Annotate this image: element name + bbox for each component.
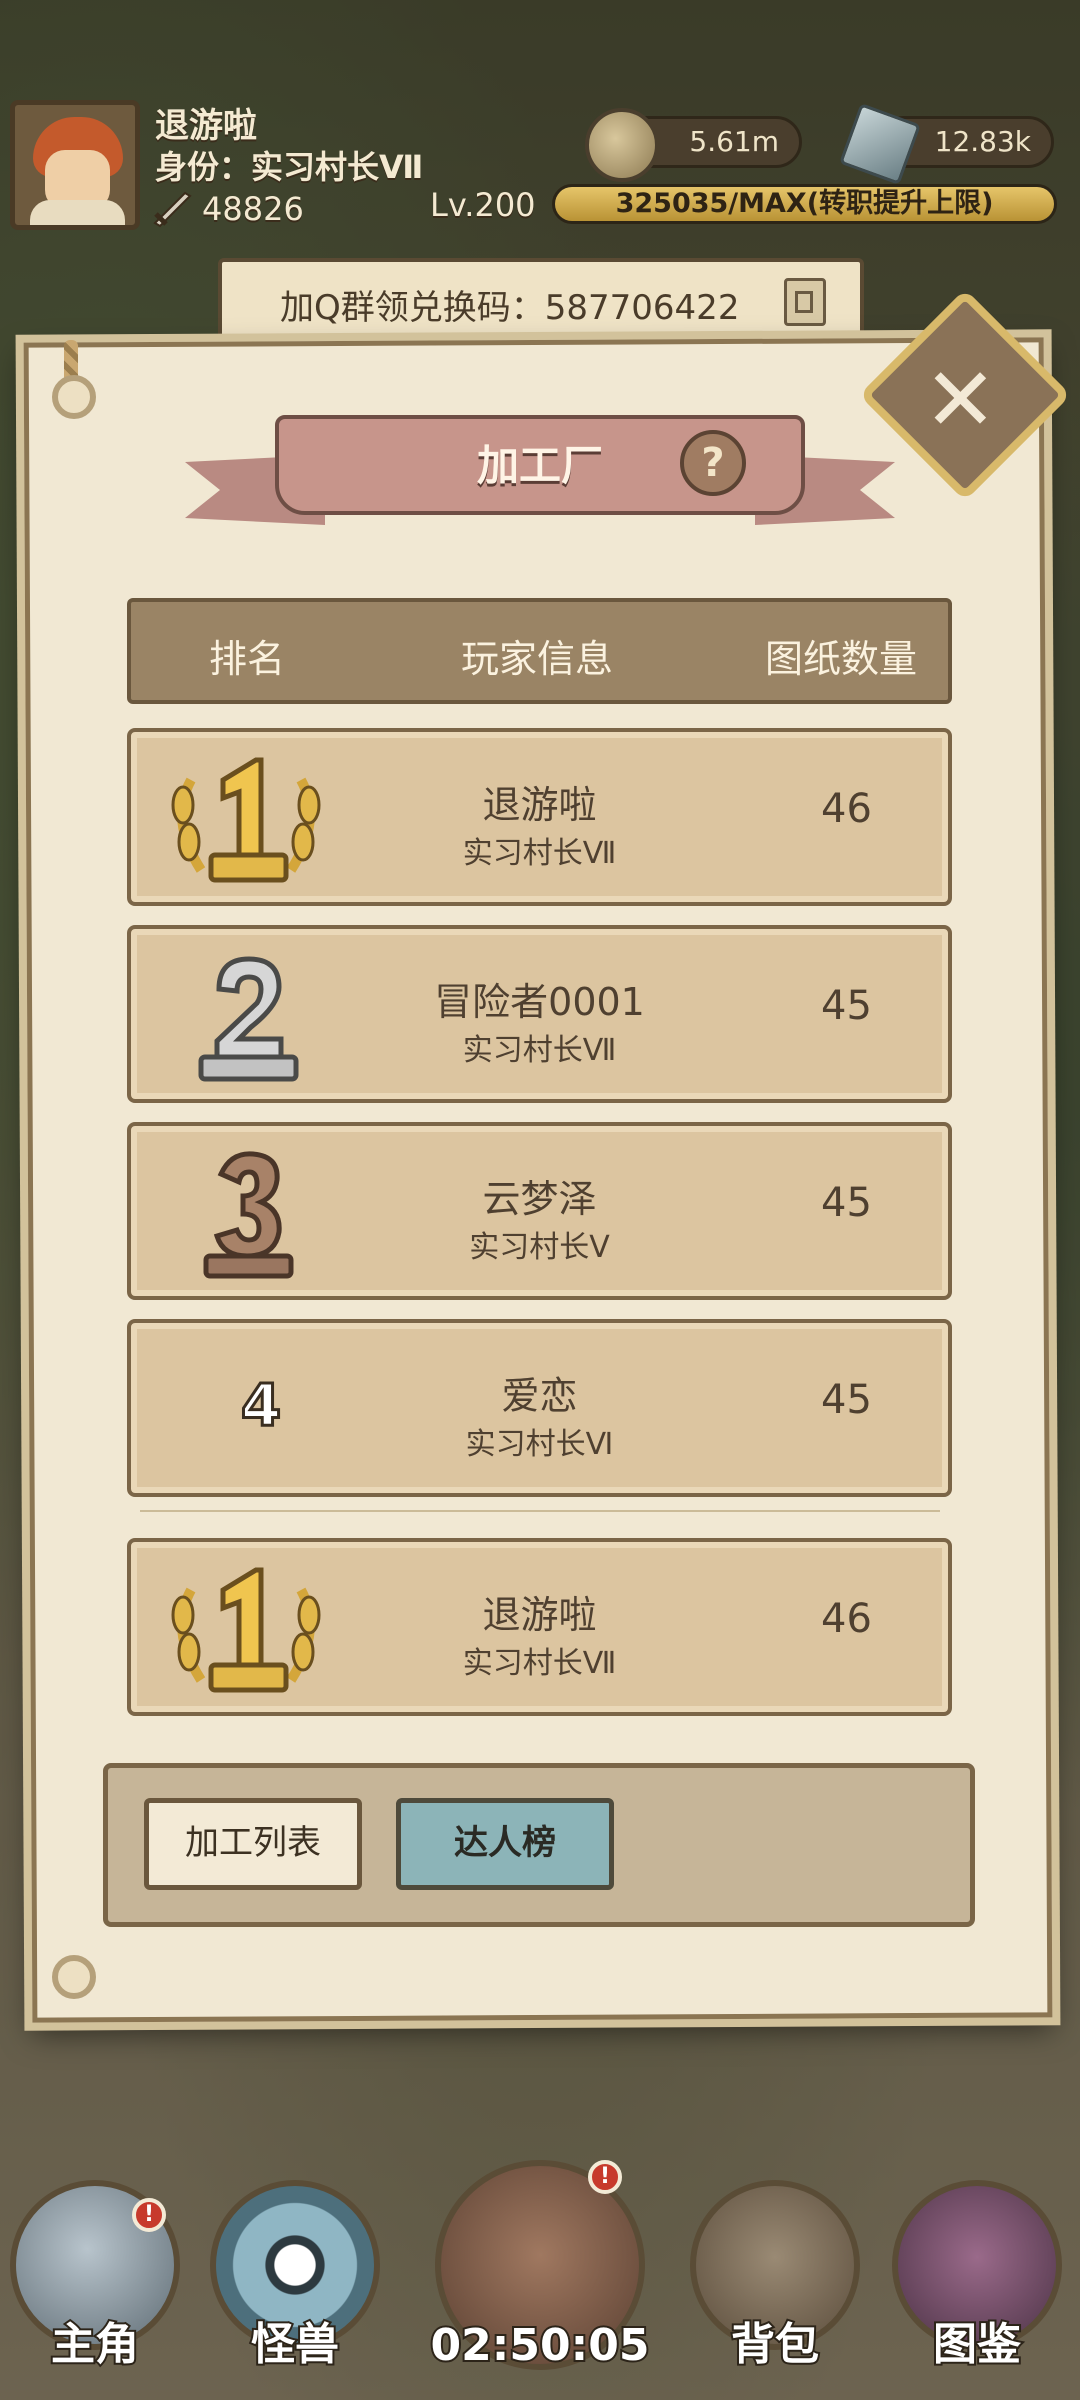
table-header: 排名 玩家信息 图纸数量 (127, 598, 952, 704)
coin-value: 5.61m (689, 125, 779, 158)
table-row[interactable]: 云梦泽 实习村长Ⅴ 45 (127, 1122, 952, 1300)
copy-icon[interactable] (784, 278, 826, 326)
blueprint-count: 45 (821, 1377, 872, 1423)
group-code-text: 加Q群领兑换码：587706422 (280, 288, 740, 328)
col-blueprints: 图纸数量 (765, 637, 918, 681)
top-hud: 退游啦 身份：实习村长Ⅶ 48826 Lv.200 5.61m 12.83k 3… (0, 90, 1080, 250)
xp-bar: 325035/MAX(转职提升上限) (552, 184, 1057, 224)
hook-decoration (52, 1955, 96, 1999)
tab-leaderboard[interactable]: 达人榜 (396, 1798, 614, 1890)
player-title-cell: 实习村长Ⅵ (465, 1427, 614, 1462)
coin-icon (585, 108, 659, 182)
table-row[interactable]: 4 爱恋 实习村长Ⅵ 45 (127, 1319, 952, 1497)
blueprint-count: 46 (821, 786, 872, 832)
divider (140, 1510, 940, 1512)
col-rank: 排名 (209, 637, 286, 681)
panel-title: 加工厂 (476, 441, 603, 490)
help-icon[interactable]: ? (680, 430, 746, 496)
col-player: 玩家信息 (461, 637, 614, 681)
countdown-timer: 02:50:05 (429, 2318, 652, 2373)
player-name: 退游啦 (155, 106, 257, 146)
nav-hero[interactable]: 主角 (0, 2308, 195, 2372)
blueprint-count: 45 (821, 1180, 872, 1226)
hook-decoration (52, 375, 96, 419)
table-row[interactable]: 退游啦 实习村长Ⅶ 46 (127, 728, 952, 906)
player-avatar[interactable] (10, 100, 140, 230)
player-level: Lv.200 (430, 186, 536, 224)
nav-bag[interactable]: 背包 (675, 2308, 875, 2372)
xp-text: 325035/MAX(转职提升上限) (615, 188, 994, 219)
notification-badge: ! (132, 2198, 166, 2232)
player-title-cell: 实习村长Ⅶ (462, 1646, 617, 1681)
tab-process-list[interactable]: 加工列表 (144, 1798, 362, 1890)
gem-value: 12.83k (934, 125, 1031, 158)
player-role: 身份：实习村长Ⅶ (155, 148, 424, 186)
player-title-cell: 实习村长Ⅶ (462, 836, 617, 871)
title-ribbon: 加工厂 ? (185, 410, 895, 550)
close-icon: ✕ (923, 348, 998, 452)
nav-monster[interactable]: 怪兽 (195, 2308, 395, 2372)
group-code-bar: 加Q群领兑换码：587706422 (218, 258, 864, 342)
player-title-cell: 实习村长Ⅴ (469, 1230, 610, 1265)
power-value: 48826 (202, 190, 304, 228)
notification-badge: ! (588, 2160, 622, 2194)
my-rank-row[interactable]: 退游啦 实习村长Ⅶ 46 (127, 1538, 952, 1716)
tab-bar: 加工列表 达人榜 (103, 1763, 975, 1927)
table-row[interactable]: 冒险者0001 实习村长Ⅶ 45 (127, 925, 952, 1103)
blueprint-count: 46 (821, 1596, 872, 1642)
nav-codex[interactable]: 图鉴 (877, 2308, 1077, 2372)
player-title-cell: 实习村长Ⅶ (462, 1033, 617, 1068)
blueprint-count: 45 (821, 983, 872, 1029)
